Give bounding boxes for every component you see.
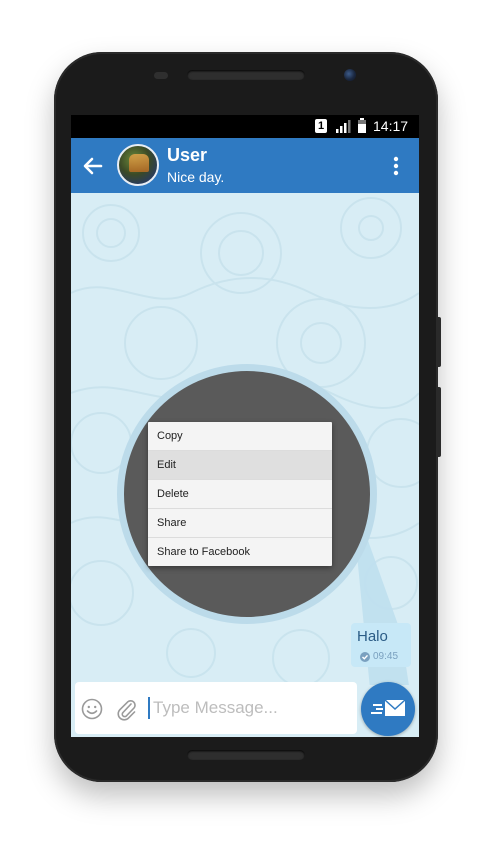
menu-item-share[interactable]: Share [148, 509, 332, 538]
app-bar: User Nice day. [71, 138, 419, 193]
menu-item-share-to-facebook[interactable]: Share to Facebook [148, 538, 332, 566]
signal-icon [336, 120, 351, 133]
avatar[interactable] [117, 144, 159, 186]
front-camera [344, 69, 356, 81]
contact-status: Nice day. [167, 169, 225, 185]
top-speaker [187, 70, 305, 80]
message-time: 09:45 [373, 651, 399, 662]
check-icon [360, 652, 370, 662]
proximity-sensor [154, 72, 168, 79]
avatar-photo [129, 154, 149, 172]
menu-item-copy[interactable]: Copy [148, 422, 332, 451]
battery-icon [358, 118, 366, 133]
back-arrow-icon[interactable] [79, 152, 107, 180]
paperclip-icon[interactable] [115, 697, 137, 721]
volume-button [436, 317, 441, 367]
message-input[interactable] [153, 694, 348, 722]
send-mail-icon [371, 699, 406, 716]
more-vertical-icon[interactable] [389, 154, 403, 178]
phone-screen: 1 14:17 User Nice day. Copy Edit Delete … [71, 115, 419, 737]
menu-item-edit[interactable]: Edit [148, 451, 332, 480]
emoji-icon[interactable] [81, 698, 103, 720]
message-bubble[interactable]: Halo 09:45 [351, 623, 411, 667]
message-context-menu: Copy Edit Delete Share Share to Facebook [148, 422, 332, 566]
bottom-speaker [187, 750, 305, 760]
status-bar: 1 14:17 [71, 115, 419, 138]
menu-item-delete[interactable]: Delete [148, 480, 332, 509]
power-button [436, 387, 441, 457]
text-cursor [148, 697, 150, 719]
message-composer [75, 682, 357, 734]
chat-area[interactable]: Copy Edit Delete Share Share to Facebook… [71, 193, 419, 685]
sim-indicator: 1 [315, 119, 327, 133]
status-time: 14:17 [373, 118, 409, 134]
message-text: Halo [357, 628, 388, 645]
contact-name[interactable]: User [167, 145, 207, 166]
send-button[interactable] [361, 682, 415, 736]
